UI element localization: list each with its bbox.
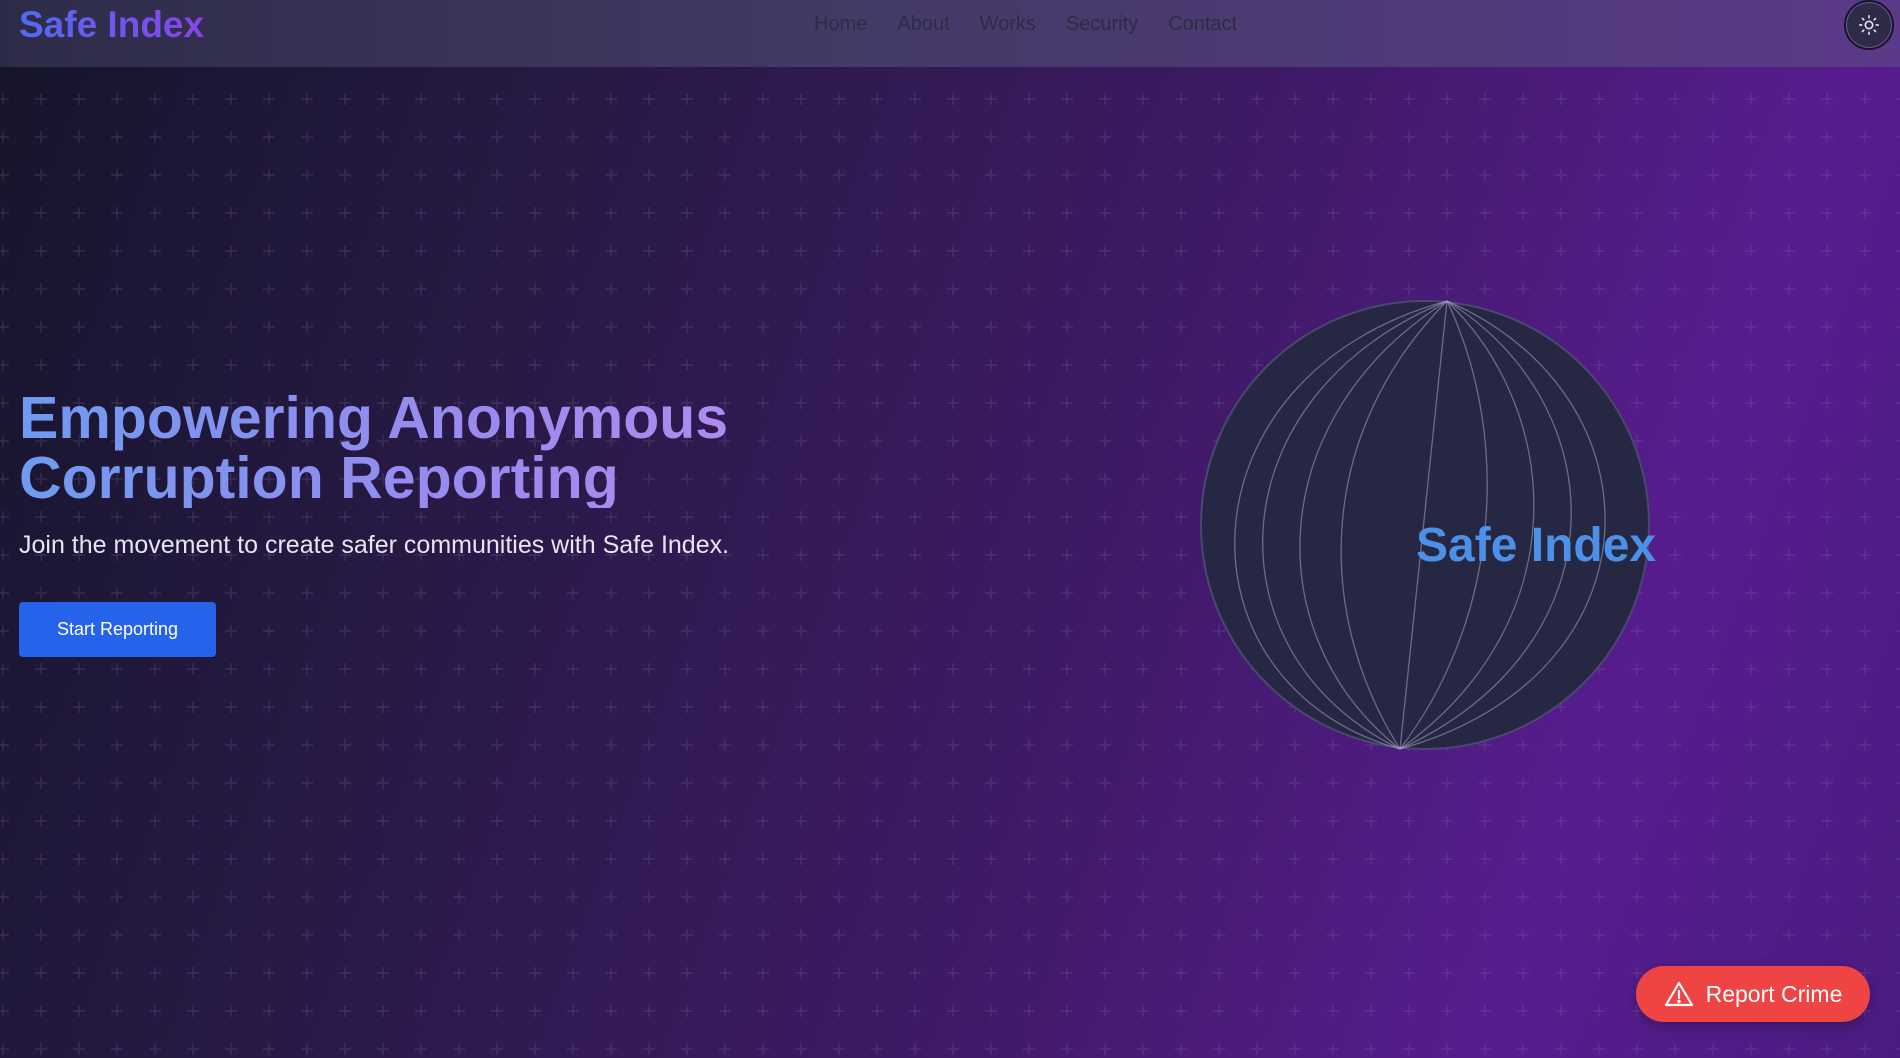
report-crime-label: Report Crime [1705, 980, 1843, 1007]
nav-link-about[interactable]: About [897, 13, 949, 35]
warning-triangle-icon [1664, 981, 1693, 1007]
nav-links: Home About Works Security Contact [814, 11, 1237, 37]
report-crime-button[interactable]: Report Crime [1636, 966, 1870, 1022]
sun-icon [1859, 15, 1879, 35]
nav-link-contact[interactable]: Contact [1168, 13, 1237, 35]
globe-label: Safe Index [1416, 519, 1657, 572]
nav-link-works[interactable]: Works [980, 13, 1036, 35]
nav-link-security[interactable]: Security [1066, 13, 1138, 35]
top-navbar: Safe Index Home About Works Security Con… [0, 0, 1900, 67]
brand-logo[interactable]: Safe Index [19, 3, 204, 47]
hero-title: Empowering Anonymous Corruption Reportin… [19, 388, 779, 508]
nav-link-home[interactable]: Home [814, 13, 867, 35]
theme-toggle-button[interactable] [1844, 0, 1894, 50]
hero-subtitle: Join the movement to create safer commun… [19, 531, 730, 559]
start-reporting-button[interactable]: Start Reporting [19, 602, 216, 657]
